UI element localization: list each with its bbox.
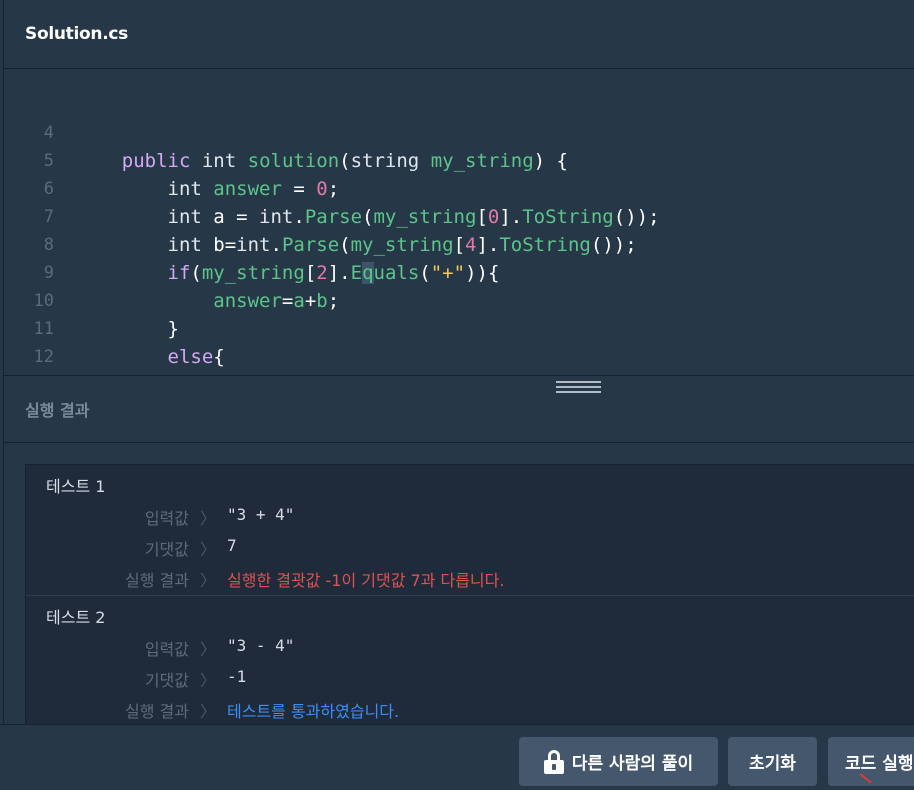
reset-label: 초기화 <box>749 754 796 774</box>
input-value: "3 - 4" <box>227 636 295 655</box>
code-line[interactable]: 9 answer=a+b; <box>4 231 914 312</box>
result-label: 실행 결과 <box>125 571 189 590</box>
code-line[interactable]: 4 public int solution(string my_string) … <box>4 91 914 172</box>
code-line[interactable]: 12 answer=a-b; <box>4 315 914 375</box>
file-tab-header: Solution.cs <box>3 0 914 69</box>
chevron-right-icon: 〉 <box>200 671 217 690</box>
code-line[interactable]: 8 if(my_string[2].Equals("+")){ <box>4 203 914 284</box>
result-value-fail: 실행한 결괏값 -1이 기댓값 7과 다릅니다. <box>227 571 505 590</box>
test-case: 테스트 1 입력값 〉 "3 + 4" 기댓값 〉 7 실행 결과 〉 실행한 … <box>26 465 914 595</box>
input-label: 입력값 <box>144 640 189 659</box>
expected-row: 기댓값 〉 7 <box>26 536 914 560</box>
input-label: 입력값 <box>144 509 189 528</box>
code-line[interactable]: 5 int answer = 0; <box>4 119 914 200</box>
code-editor[interactable]: 4 public int solution(string my_string) … <box>3 69 914 375</box>
input-row: 입력값 〉 "3 + 4" <box>26 505 914 529</box>
result-title: 실행 결과 <box>25 401 90 420</box>
chevron-right-icon: 〉 <box>200 702 217 721</box>
code-line[interactable]: 6 int a = int.Parse(my_string[0].ToStrin… <box>4 147 914 228</box>
input-row: 입력값 〉 "3 - 4" <box>26 636 914 660</box>
reset-button[interactable]: 초기화 <box>728 737 817 786</box>
view-others-solution-label: 다른 사람의 풀이 <box>571 754 694 774</box>
expected-value: -1 <box>227 667 247 686</box>
file-title: Solution.cs <box>25 24 128 44</box>
expected-label: 기댓값 <box>144 540 189 559</box>
chevron-right-icon: 〉 <box>200 509 217 528</box>
view-others-solution-button[interactable]: 다른 사람의 풀이 <box>519 737 718 786</box>
expected-row: 기댓값 〉 -1 <box>26 667 914 691</box>
result-value-pass: 테스트를 통과하였습니다. <box>227 702 400 721</box>
code-line[interactable]: 13 } <box>4 343 914 371</box>
expected-label: 기댓값 <box>144 671 189 690</box>
result-panel-header: 실행 결과 <box>3 375 914 443</box>
result-row: 실행 결과 〉 테스트를 통과하였습니다. <box>26 698 914 722</box>
input-value: "3 + 4" <box>227 505 295 524</box>
result-row: 실행 결과 〉 실행한 결괏값 -1이 기댓값 7과 다릅니다. <box>26 567 914 591</box>
result-label: 실행 결과 <box>125 702 189 721</box>
code-line[interactable]: 7 int b=int.Parse(my_string[4].ToString(… <box>4 175 914 256</box>
lock-icon <box>543 749 564 774</box>
chevron-right-icon: 〉 <box>200 540 217 559</box>
test-name: 테스트 2 <box>46 608 106 627</box>
expected-value: 7 <box>227 536 237 555</box>
code-line[interactable]: 10 } <box>4 259 914 340</box>
test-name: 테스트 1 <box>46 477 106 496</box>
code-line[interactable]: 11 else{ <box>4 287 914 368</box>
action-footer: 다른 사람의 풀이 초기화 코드 실행 <box>0 724 914 790</box>
test-case: 테스트 2 입력값 〉 "3 - 4" 기댓값 〉 -1 실행 결과 〉 테스트… <box>26 595 914 724</box>
chevron-right-icon: 〉 <box>200 571 217 590</box>
resize-handle-icon[interactable] <box>556 381 601 393</box>
results-console: 테스트 1 입력값 〉 "3 + 4" 기댓값 〉 7 실행 결과 〉 실행한 … <box>25 464 914 724</box>
results-panel[interactable]: 테스트 1 입력값 〉 "3 + 4" 기댓값 〉 7 실행 결과 〉 실행한 … <box>3 443 914 724</box>
chevron-right-icon: 〉 <box>200 640 217 659</box>
run-code-button[interactable]: 코드 실행 <box>828 737 914 786</box>
run-code-label: 코드 실행 <box>845 754 914 774</box>
